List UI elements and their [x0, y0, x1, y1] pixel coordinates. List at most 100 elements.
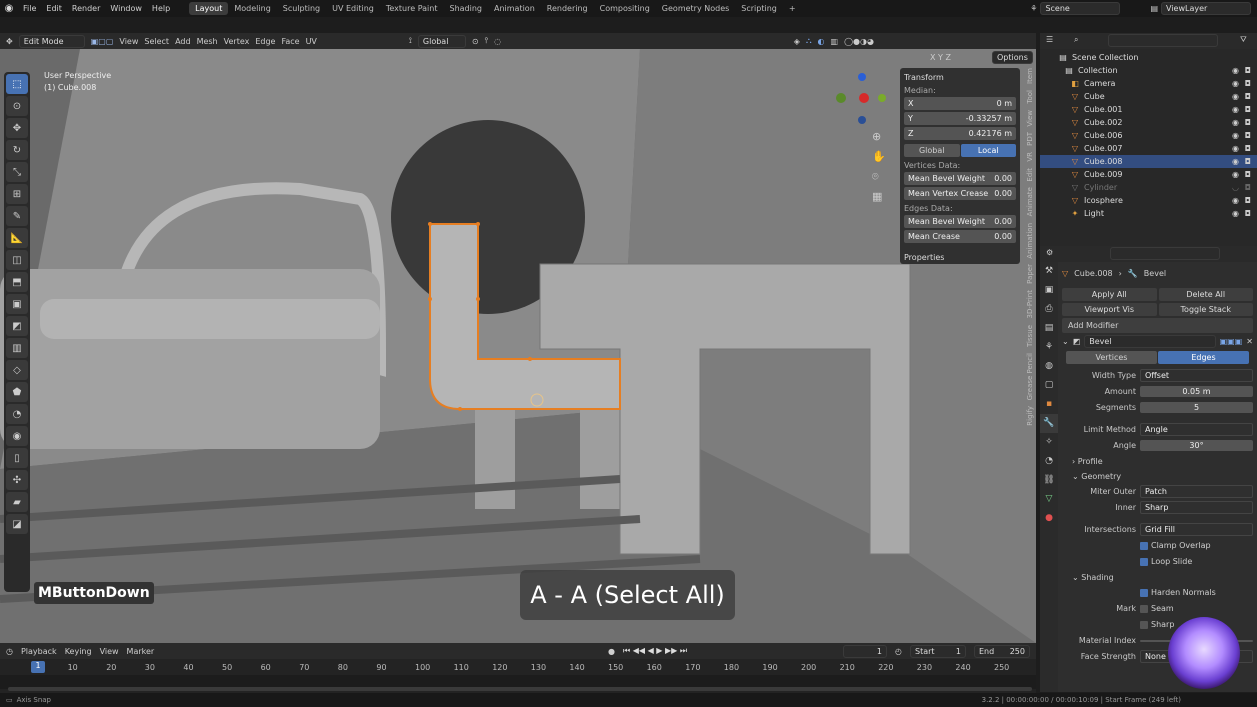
- tab-modeling[interactable]: Modeling: [228, 2, 276, 15]
- list-item[interactable]: ▽ Cube.007 ◉ ◘: [1040, 142, 1257, 155]
- eye-icon[interactable]: ◉: [1232, 196, 1239, 205]
- chevron-down-icon[interactable]: ⌄: [1062, 337, 1069, 346]
- eye-icon[interactable]: ◉: [1232, 92, 1239, 101]
- filter-icon[interactable]: ⌕: [1074, 35, 1078, 45]
- list-item[interactable]: ▽ Cube ◉ ◘: [1040, 90, 1257, 103]
- list-item[interactable]: ▽ Cube.001 ◉ ◘: [1040, 103, 1257, 116]
- tab-view[interactable]: View: [1026, 110, 1034, 127]
- axis-z[interactable]: Z: [945, 53, 950, 62]
- transform-tool-icon[interactable]: ⊞: [6, 184, 28, 204]
- 3d-viewport[interactable]: User Perspective (1) Cube.008 X Y Z Opti…: [0, 49, 1036, 643]
- camera-icon[interactable]: ◘: [1245, 131, 1251, 140]
- camera-icon[interactable]: ◘: [1245, 196, 1251, 205]
- mode-selector[interactable]: Edit Mode: [18, 34, 85, 48]
- tab-sculpting[interactable]: Sculpting: [277, 2, 326, 15]
- camera-view-icon[interactable]: ⌾: [872, 167, 886, 187]
- camera-icon[interactable]: ◘: [1245, 144, 1251, 153]
- camera-icon[interactable]: ◘: [1245, 118, 1251, 127]
- tab-rendering[interactable]: Rendering: [541, 2, 594, 15]
- smooth-tool-icon[interactable]: ◉: [6, 426, 28, 446]
- viewlayer-selector[interactable]: ViewLayer: [1161, 2, 1251, 15]
- cursor-tool-icon[interactable]: ⊙: [6, 96, 28, 116]
- camera-icon[interactable]: ◘: [1245, 66, 1251, 75]
- eye-icon[interactable]: ◉: [1232, 105, 1239, 114]
- close-icon[interactable]: ✕: [1246, 337, 1253, 346]
- outliner-type-icon[interactable]: ☰: [1046, 35, 1053, 44]
- physics-tab-icon[interactable]: ◔: [1040, 452, 1058, 471]
- median-x-field[interactable]: X0 m: [904, 97, 1016, 110]
- clock-icon[interactable]: ◴: [895, 647, 902, 656]
- tab-geometry-nodes[interactable]: Geometry Nodes: [656, 2, 735, 15]
- tab-texture-paint[interactable]: Texture Paint: [380, 2, 444, 15]
- add-cube-tool-icon[interactable]: ◫: [6, 250, 28, 270]
- menu-file[interactable]: File: [18, 4, 41, 13]
- angle-field[interactable]: 30°: [1140, 440, 1253, 451]
- list-item[interactable]: ▽ Cube.006 ◉ ◘: [1040, 129, 1257, 142]
- modifier-tab-icon[interactable]: 🔧: [1040, 414, 1058, 433]
- visibility-icon[interactable]: ◈: [794, 37, 800, 46]
- tab-paper[interactable]: Paper: [1026, 264, 1034, 284]
- vp-menu-edge[interactable]: Edge: [255, 37, 275, 46]
- vp-menu-vertex[interactable]: Vertex: [224, 37, 250, 46]
- overlay-icon[interactable]: ◐: [818, 37, 825, 46]
- tab-edit[interactable]: Edit: [1026, 168, 1034, 182]
- list-item-selected[interactable]: ▽ Cube.008 ◉ ◘: [1040, 155, 1257, 168]
- marker-menu[interactable]: Marker: [127, 647, 155, 656]
- list-item[interactable]: ✦ Light ◉ ◘: [1040, 207, 1257, 220]
- vp-menu-add[interactable]: Add: [175, 37, 191, 46]
- vp-menu-face[interactable]: Face: [281, 37, 299, 46]
- eye-icon[interactable]: ◉: [1232, 66, 1239, 75]
- profile-panel-toggle[interactable]: › Profile: [1062, 454, 1253, 469]
- intersections-select[interactable]: Grid Fill: [1140, 523, 1253, 536]
- camera-icon[interactable]: ◘: [1245, 209, 1251, 218]
- menu-help[interactable]: Help: [147, 4, 175, 13]
- eye-icon[interactable]: ◉: [1232, 118, 1239, 127]
- snap-icon[interactable]: ⫯: [485, 36, 488, 46]
- material-tab-icon[interactable]: ●: [1040, 509, 1058, 528]
- tab-rigify[interactable]: Rigify: [1026, 406, 1034, 426]
- measure-tool-icon[interactable]: 📐: [6, 228, 28, 248]
- pivot-icon[interactable]: ⊙: [472, 37, 479, 46]
- bevel-tool-icon[interactable]: ◩: [6, 316, 28, 336]
- transform-header[interactable]: Transform: [904, 73, 1016, 82]
- scene-selector[interactable]: Scene: [1040, 2, 1121, 15]
- camera-icon[interactable]: ◘: [1245, 79, 1251, 88]
- timeline[interactable]: 1 10 20 30 40 50 60 70 80 90 100 110 120 130 140 150 16…: [0, 659, 1036, 693]
- object-tab-icon[interactable]: ▪: [1040, 395, 1058, 414]
- ortho-grid-icon[interactable]: ▦: [872, 187, 886, 207]
- camera-icon[interactable]: ◘: [1245, 92, 1251, 101]
- shear-tool-icon[interactable]: ▰: [6, 492, 28, 512]
- spin-tool-icon[interactable]: ◔: [6, 404, 28, 424]
- median-y-field[interactable]: Y -0.33257 m: [904, 112, 1016, 125]
- timeline-scrollbar[interactable]: [8, 687, 1032, 691]
- constraints-tab-icon[interactable]: ⛓: [1040, 471, 1058, 490]
- inset-tool-icon[interactable]: ▣: [6, 294, 28, 314]
- outliner-search-input[interactable]: [1108, 34, 1218, 47]
- eye-icon[interactable]: ◉: [1232, 157, 1239, 166]
- list-item[interactable]: ▽ Cube.002 ◉ ◘: [1040, 116, 1257, 129]
- list-item[interactable]: ▽ Cylinder ◡ ◘: [1040, 181, 1257, 194]
- extrude-tool-icon[interactable]: ⬒: [6, 272, 28, 292]
- harden-normals-checkbox[interactable]: Harden Normals: [1062, 585, 1253, 600]
- current-frame-field[interactable]: 1: [843, 644, 888, 658]
- menu-render[interactable]: Render: [67, 4, 105, 13]
- clamp-overlap-checkbox[interactable]: Clamp Overlap: [1062, 538, 1253, 553]
- vp-menu-select[interactable]: Select: [144, 37, 169, 46]
- delete-all-button[interactable]: Delete All: [1158, 288, 1253, 301]
- mean-vertex-crease[interactable]: Mean Vertex Crease 0.00: [904, 187, 1016, 200]
- rotate-tool-icon[interactable]: ↻: [6, 140, 28, 160]
- collection-tab-icon[interactable]: ▢: [1040, 376, 1058, 395]
- menu-window[interactable]: Window: [105, 4, 147, 13]
- data-tab-icon[interactable]: ▽: [1040, 490, 1058, 509]
- camera-icon[interactable]: ◘: [1245, 170, 1251, 179]
- funnel-icon[interactable]: ⛛: [1240, 35, 1247, 45]
- affect-vertices-toggle[interactable]: Vertices: [1066, 351, 1157, 364]
- mean-bevel-weight-v[interactable]: Mean Bevel Weight 0.00: [904, 172, 1016, 185]
- eye-icon[interactable]: ◉: [1232, 131, 1239, 140]
- list-item[interactable]: ◧ Camera ◉ ◘: [1040, 77, 1257, 90]
- properties-search-input[interactable]: [1110, 247, 1220, 260]
- options-dropdown[interactable]: Options: [992, 51, 1033, 64]
- tab-scripting[interactable]: Scripting: [735, 2, 783, 15]
- geometry-panel-toggle[interactable]: ⌄ Geometry: [1062, 469, 1253, 484]
- tool-tab-icon[interactable]: ⚒: [1040, 262, 1058, 281]
